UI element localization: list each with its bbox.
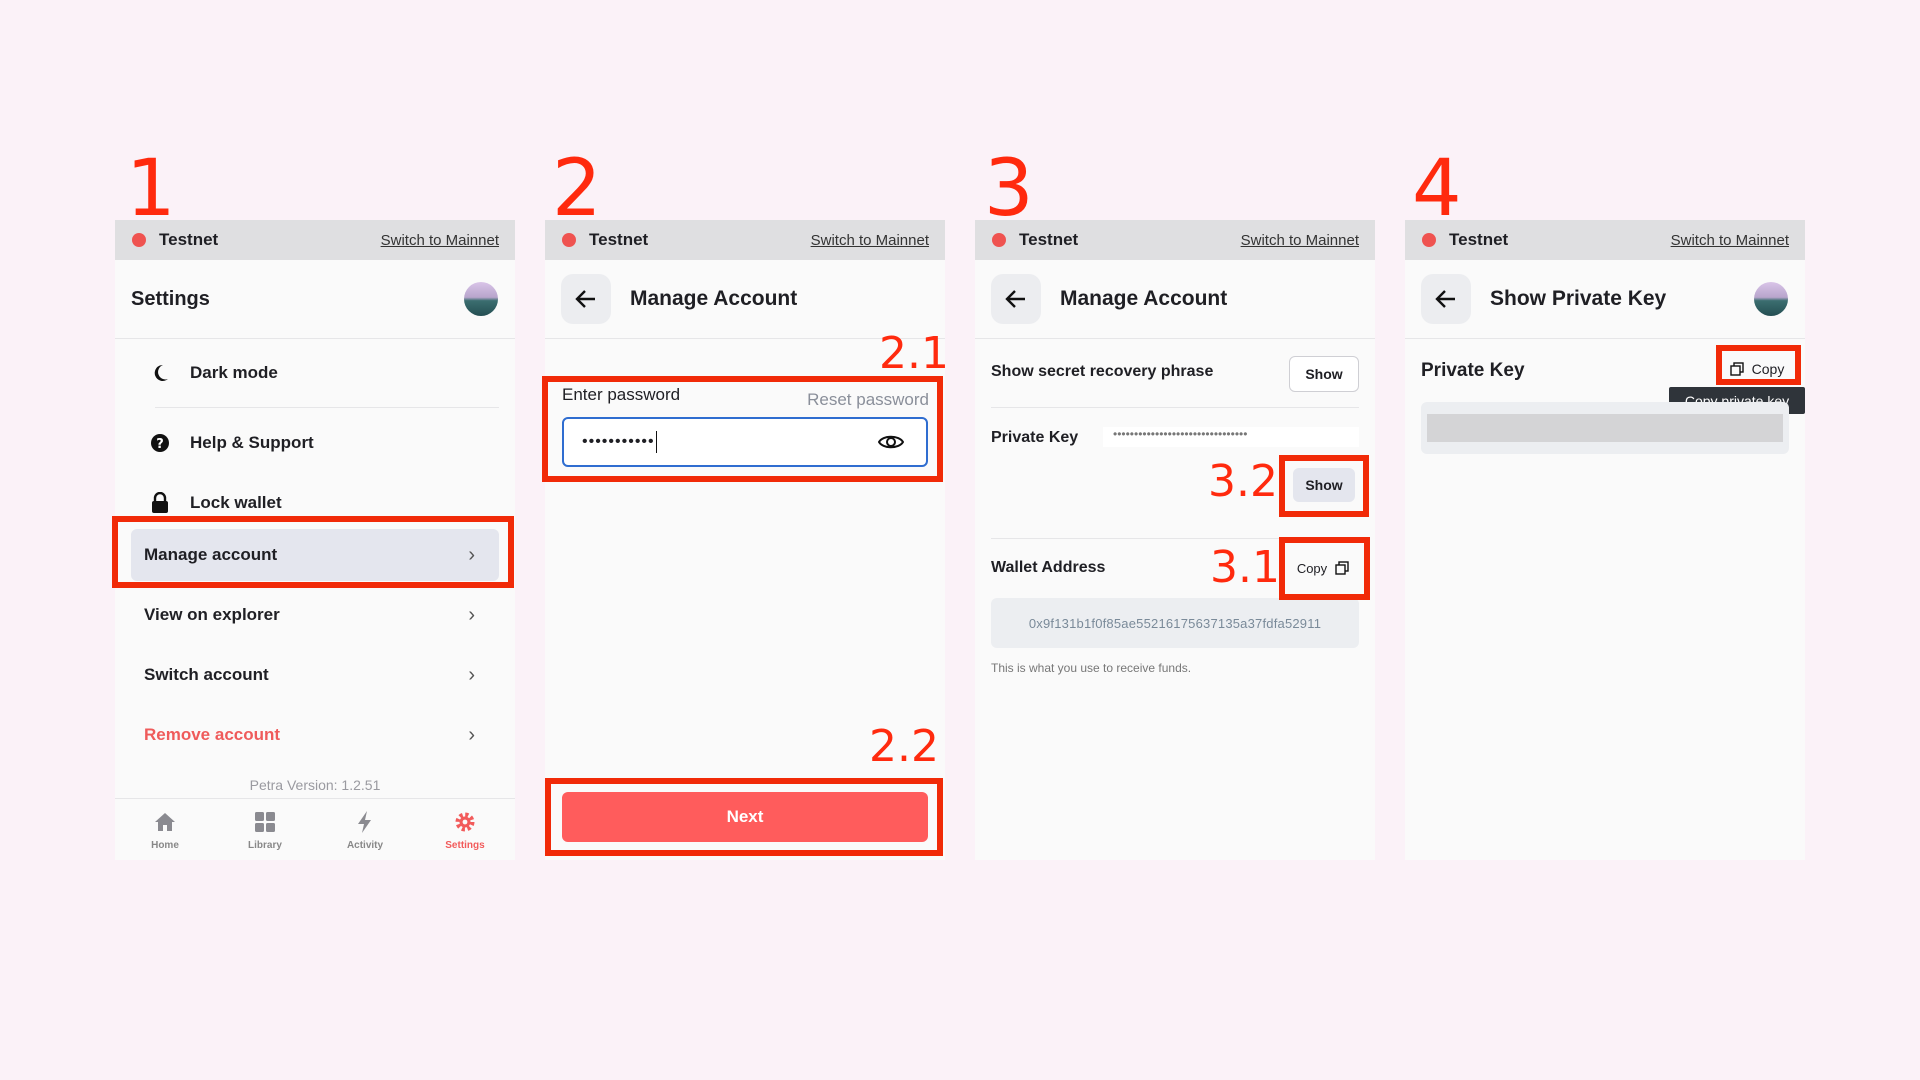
back-button[interactable] bbox=[1421, 274, 1471, 324]
switch-network-link[interactable]: Switch to Mainnet bbox=[811, 232, 929, 249]
tab-settings[interactable]: Settings bbox=[415, 799, 515, 861]
highlight-password-field bbox=[542, 376, 943, 482]
tab-library[interactable]: Library bbox=[215, 799, 315, 861]
help-icon: ? bbox=[148, 433, 172, 453]
highlight-next-button bbox=[545, 778, 943, 856]
private-key-header: Show Private Key bbox=[1405, 260, 1805, 339]
remove-account-label: Remove account bbox=[144, 725, 281, 744]
arrow-left-icon bbox=[1005, 290, 1025, 308]
dark-mode-label: Dark mode bbox=[190, 363, 278, 382]
moon-icon bbox=[148, 363, 172, 383]
gear-icon bbox=[453, 810, 477, 840]
bottom-tab-bar: Home Library Activity Settings bbox=[115, 798, 515, 861]
settings-header: Settings bbox=[115, 260, 515, 339]
highlight-copy-address-button bbox=[1279, 537, 1370, 600]
step-2-number: 2 bbox=[552, 144, 602, 234]
private-key-label: Private Key bbox=[991, 429, 1079, 446]
highlight-manage-account bbox=[112, 516, 514, 588]
avatar[interactable] bbox=[464, 282, 498, 316]
step-1-number: 1 bbox=[126, 144, 176, 234]
annotation-2-2: 2.2 bbox=[869, 721, 939, 772]
network-bar: Testnet Switch to Mainnet bbox=[115, 220, 515, 260]
wallet-address-field[interactable]: 0x9f131b1f0f85ae55216175637135a37fdfa529… bbox=[991, 598, 1359, 648]
switch-account-item[interactable]: Switch account › bbox=[131, 649, 499, 701]
version-text: Petra Version: 1.2.51 bbox=[249, 777, 381, 793]
wallet-address-helper: This is what you use to receive funds. bbox=[991, 661, 1192, 675]
switch-network-link[interactable]: Switch to Mainnet bbox=[381, 232, 499, 249]
chevron-right-icon: › bbox=[468, 603, 475, 626]
chevron-right-icon: › bbox=[468, 663, 475, 686]
private-key-masked: •••••••••••••••••••••••••••••••• bbox=[1103, 427, 1359, 447]
bolt-icon bbox=[353, 810, 377, 840]
view-on-explorer-item[interactable]: View on explorer › bbox=[131, 589, 499, 641]
manage-account-header: Manage Account bbox=[975, 260, 1375, 339]
page-title: Manage Account bbox=[1060, 287, 1228, 310]
tab-activity[interactable]: Activity bbox=[315, 799, 415, 861]
highlight-show-key-button bbox=[1279, 455, 1369, 517]
switch-account-label: Switch account bbox=[144, 665, 269, 684]
grid-icon bbox=[253, 810, 277, 840]
switch-network-link[interactable]: Switch to Mainnet bbox=[1241, 232, 1359, 249]
annotation-2-1: 2.1 bbox=[879, 328, 949, 379]
arrow-left-icon bbox=[1435, 290, 1455, 308]
highlight-copy-private-key bbox=[1716, 345, 1801, 385]
page-title: Settings bbox=[131, 287, 210, 310]
private-key-blur bbox=[1427, 414, 1783, 442]
private-key-panel: Testnet Switch to Mainnet Show Private K… bbox=[1405, 220, 1805, 860]
remove-account-item[interactable]: Remove account › bbox=[131, 709, 499, 761]
show-recovery-button[interactable]: Show bbox=[1289, 356, 1359, 392]
lock-wallet-label: Lock wallet bbox=[190, 493, 282, 512]
dark-mode-item[interactable]: Dark mode bbox=[131, 352, 499, 394]
step-3-number: 3 bbox=[984, 144, 1034, 234]
page-title: Show Private Key bbox=[1490, 287, 1667, 310]
network-status-dot bbox=[562, 233, 576, 247]
tab-home[interactable]: Home bbox=[115, 799, 215, 861]
network-bar: Testnet Switch to Mainnet bbox=[545, 220, 945, 260]
network-status-dot bbox=[992, 233, 1006, 247]
help-support-label: Help & Support bbox=[190, 433, 314, 452]
back-button[interactable] bbox=[991, 274, 1041, 324]
divider bbox=[155, 407, 499, 408]
page-title: Manage Account bbox=[630, 287, 798, 310]
back-button[interactable] bbox=[561, 274, 611, 324]
step-4-number: 4 bbox=[1412, 144, 1462, 234]
annotation-3-2: 3.2 bbox=[1208, 456, 1278, 507]
network-bar: Testnet Switch to Mainnet bbox=[1405, 220, 1805, 260]
switch-network-link[interactable]: Switch to Mainnet bbox=[1671, 232, 1789, 249]
network-bar: Testnet Switch to Mainnet bbox=[975, 220, 1375, 260]
lock-icon bbox=[148, 492, 172, 514]
tab-library-label: Library bbox=[248, 839, 282, 851]
view-on-explorer-label: View on explorer bbox=[144, 605, 280, 624]
wallet-address-label: Wallet Address bbox=[991, 559, 1106, 576]
chevron-right-icon: › bbox=[468, 723, 475, 746]
network-name: Testnet bbox=[1449, 230, 1509, 249]
annotation-3-1: 3.1 bbox=[1210, 542, 1280, 593]
private-key-field[interactable] bbox=[1421, 402, 1789, 454]
svg-text:?: ? bbox=[156, 437, 164, 452]
network-name: Testnet bbox=[1019, 230, 1079, 249]
tab-settings-label: Settings bbox=[445, 839, 485, 851]
avatar[interactable] bbox=[1754, 282, 1788, 316]
tab-home-label: Home bbox=[151, 839, 179, 851]
help-support-item[interactable]: ? Help & Support bbox=[131, 422, 499, 464]
network-status-dot bbox=[1422, 233, 1436, 247]
network-name: Testnet bbox=[159, 230, 219, 249]
private-key-title: Private Key bbox=[1421, 360, 1525, 381]
tab-activity-label: Activity bbox=[346, 839, 384, 851]
network-status-dot bbox=[132, 233, 146, 247]
recovery-phrase-label: Show secret recovery phrase bbox=[991, 363, 1214, 380]
arrow-left-icon bbox=[575, 290, 595, 308]
network-name: Testnet bbox=[589, 230, 649, 249]
home-icon bbox=[153, 810, 177, 840]
divider bbox=[991, 407, 1359, 408]
